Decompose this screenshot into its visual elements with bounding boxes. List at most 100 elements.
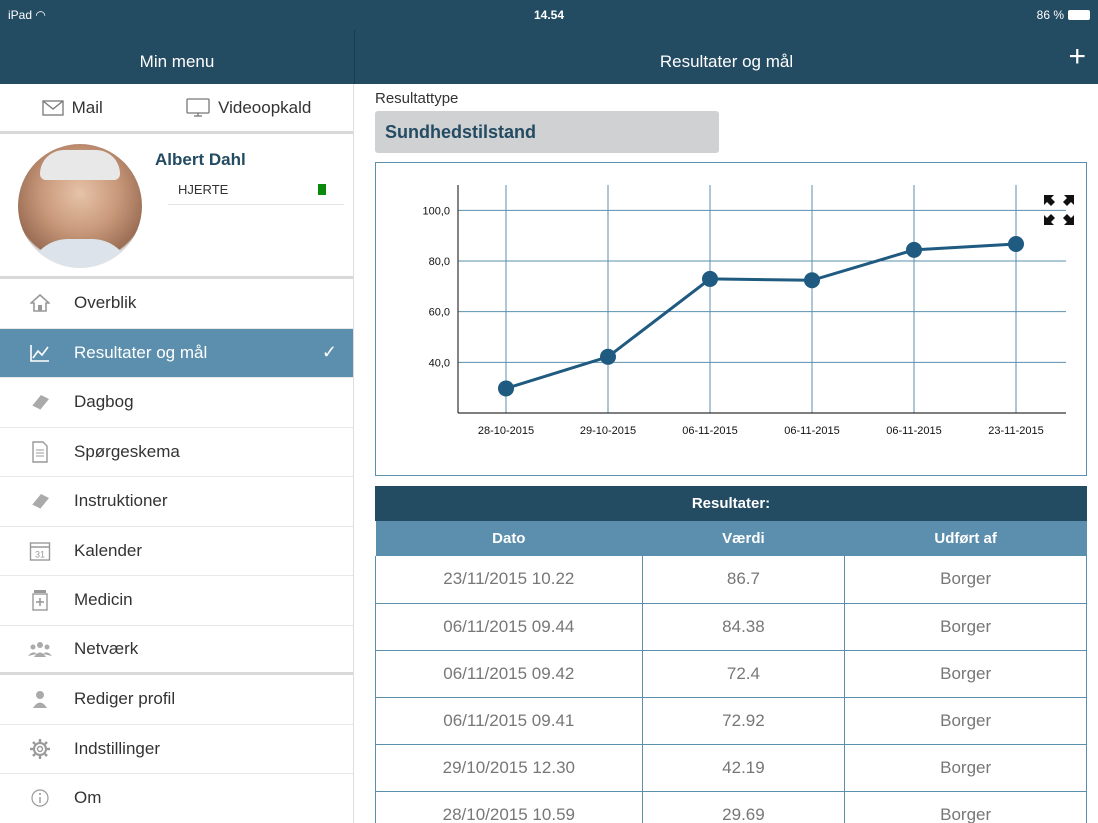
profile-tag-divider <box>168 204 344 205</box>
cell-date: 06/11/2015 09.42 <box>375 650 643 698</box>
cell-date: 06/11/2015 09.44 <box>375 603 643 651</box>
sidebar-item-label: Spørgeskema <box>74 441 180 461</box>
cell-performed-by: Borger <box>844 603 1087 651</box>
profile-name: Albert Dahl <box>155 150 246 169</box>
sidebar-item-label: Resultater og mål <box>74 342 208 362</box>
y-tick-label: 40,0 <box>429 357 450 369</box>
video-call-label: Videoopkald <box>218 97 312 117</box>
table-row[interactable]: 28/10/2015 10.59 29.69 Borger <box>375 791 1087 823</box>
cell-value: 86.7 <box>641 556 846 604</box>
sidebar-item-label: Om <box>74 788 102 808</box>
sidebar-item-instruktioner[interactable]: Instruktioner <box>0 477 353 527</box>
main-content: Resultattype Sundhedstilstand 40,0 60,0 80… <box>355 84 1098 823</box>
results-title: Resultater: <box>375 486 1087 521</box>
sidebar-item-label: Dagbog <box>74 392 134 412</box>
cell-value: 72.92 <box>641 697 846 745</box>
line-chart: 40,0 60,0 80,0 100,0 28-10-2015 29-10-2015 06-… <box>422 185 1066 437</box>
cell-performed-by: Borger <box>844 556 1087 604</box>
gear-icon <box>28 737 52 761</box>
results-chart: 40,0 60,0 80,0 100,0 28-10-2015 29-10-2015 06-… <box>375 162 1087 476</box>
status-time: 14.54 <box>533 8 565 22</box>
profile-card: Albert Dahl HJERTE <box>0 134 353 279</box>
chart-icon <box>28 341 52 365</box>
cell-date: 06/11/2015 09.41 <box>375 697 643 745</box>
sidebar-item-dagbog[interactable]: Dagbog <box>0 378 353 428</box>
video-call-button[interactable]: Videoopkald <box>186 98 311 118</box>
book-icon <box>28 489 52 513</box>
expand-icon[interactable] <box>1042 193 1076 227</box>
contact-row: Mail Videoopkald <box>0 84 353 134</box>
sidebar-item-spoergeskema[interactable]: Spørgeskema <box>0 428 353 477</box>
sidebar-item-overblik[interactable]: Overblik <box>0 279 353 329</box>
cell-performed-by: Borger <box>844 650 1087 698</box>
results-table: Resultater: Dato Værdi Udført af 23/11/2… <box>375 486 1087 823</box>
sidebar-item-om[interactable]: Om <box>0 774 353 823</box>
sidebar-item-netvaerk[interactable]: Netværk <box>0 626 353 675</box>
avatar-hair <box>40 150 120 180</box>
y-tick-label: 80,0 <box>429 256 450 268</box>
data-point <box>1008 236 1024 253</box>
cell-performed-by: Borger <box>844 744 1087 792</box>
sidebar-item-label: Rediger profil <box>74 689 176 709</box>
sidebar-item-label: Kalender <box>74 540 143 560</box>
sidebar-item-resultater[interactable]: Resultater og mål ✓ <box>0 328 353 378</box>
sidebar-item-label: Netværk <box>74 638 139 658</box>
x-tick-label: 06-11-2015 <box>784 425 839 437</box>
x-tick-label: 29-10-2015 <box>580 425 636 437</box>
sidebar-item-label: Indstillinger <box>74 738 160 758</box>
sidebar-item-label: Instruktioner <box>74 491 168 511</box>
table-row[interactable]: 06/11/2015 09.41 72.92 Borger <box>375 697 1087 745</box>
data-point <box>906 241 922 258</box>
profile-tag: HJERTE <box>178 182 229 197</box>
cell-performed-by: Borger <box>844 791 1087 823</box>
sidebar-item-rediger-profil[interactable]: Rediger profil <box>0 675 353 725</box>
mail-label: Mail <box>71 97 103 117</box>
sidebar-item-medicin[interactable]: Medicin <box>0 576 353 626</box>
calendar-icon: 31 <box>28 539 52 563</box>
book-icon <box>28 390 52 414</box>
x-tick-label: 28-10-2015 <box>478 425 534 437</box>
sidebar-item-indstillinger[interactable]: Indstillinger <box>0 725 353 774</box>
battery-text: 86 % <box>1036 8 1064 22</box>
table-row[interactable]: 06/11/2015 09.42 72.4 Borger <box>375 650 1087 698</box>
x-tick-label: 06-11-2015 <box>886 425 941 437</box>
sidebar-title: Min menu <box>139 52 215 71</box>
sidebar: Mail Videoopkald Albert Dahl HJERTE Over… <box>0 84 354 823</box>
column-header-performed-by: Udført af <box>844 521 1087 556</box>
sidebar-item-label: Medicin <box>74 590 133 610</box>
status-indicator <box>318 184 326 195</box>
battery-indicator: 86 % <box>1037 8 1090 22</box>
table-row[interactable]: 23/11/2015 10.22 86.7 Borger <box>375 556 1087 604</box>
sidebar-item-kalender[interactable]: 31 Kalender <box>0 527 353 576</box>
cell-value: 72.4 <box>641 650 846 698</box>
result-type-label: Resultattype <box>375 90 459 107</box>
person-icon <box>28 687 52 711</box>
table-row[interactable]: 29/10/2015 12.30 42.19 Borger <box>375 744 1087 792</box>
avatar <box>18 144 142 268</box>
table-row[interactable]: 06/11/2015 09.44 84.38 Borger <box>375 603 1087 651</box>
x-tick-label: 06-11-2015 <box>682 425 737 437</box>
x-tick-label: 23-11-2015 <box>988 425 1043 437</box>
results-grid: Dato Værdi Udført af 23/11/2015 10.22 86… <box>375 521 1087 823</box>
cell-date: 28/10/2015 10.59 <box>375 791 643 823</box>
checkmark-icon: ✓ <box>321 342 337 363</box>
status-bar: iPad ◠ 14.54 86 % <box>0 0 1098 30</box>
cell-value: 42.19 <box>641 744 846 792</box>
page-title: Resultater og mål <box>659 52 794 71</box>
data-point <box>600 348 616 365</box>
monitor-icon <box>186 97 210 117</box>
medicine-icon <box>28 588 52 612</box>
data-point <box>804 272 820 289</box>
result-type-select[interactable]: Sundhedstilstand <box>375 111 719 153</box>
y-tick-label: 100,0 <box>422 205 450 217</box>
document-icon <box>28 440 52 464</box>
cell-value: 29.69 <box>641 791 846 823</box>
data-point <box>702 270 718 287</box>
series-line <box>505 242 1017 390</box>
info-icon <box>28 786 52 810</box>
add-button[interactable]: + <box>1068 42 1086 72</box>
battery-icon <box>1068 10 1090 20</box>
calendar-day-text: 31 <box>35 549 45 559</box>
home-icon <box>28 291 52 315</box>
mail-button[interactable]: Mail <box>41 97 103 118</box>
